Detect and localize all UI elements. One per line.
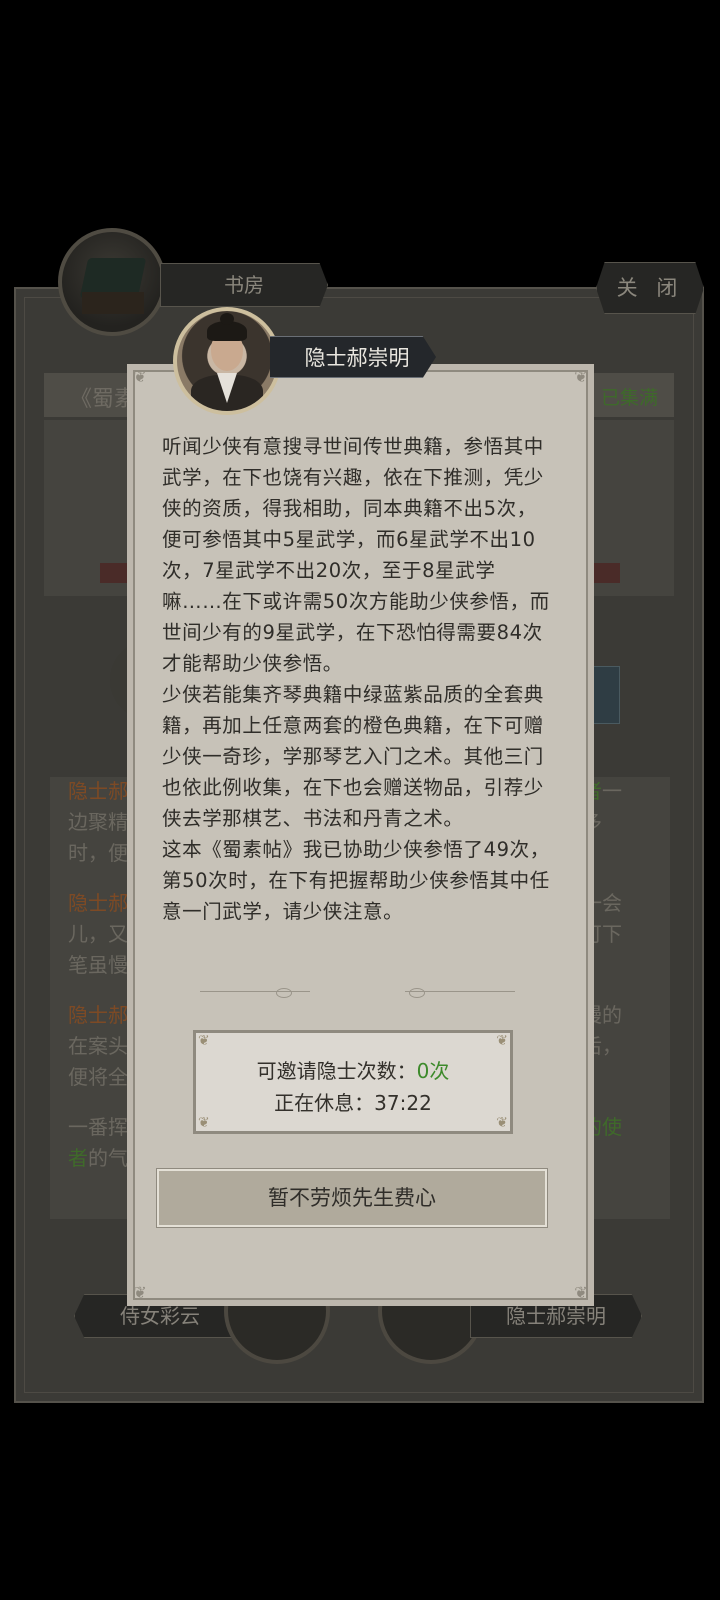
- corner-ornament-icon: ❦: [133, 1283, 147, 1302]
- dialog-story: 听闻少侠有意搜寻世间传世典籍，参悟其中武学，在下也饶有兴趣，依在下推测，凭少侠的…: [162, 431, 552, 927]
- corner-ornament-icon: ❦: [496, 1033, 508, 1049]
- divider-ornament: [200, 988, 310, 998]
- npc-name: 隐士郝崇明: [270, 336, 436, 378]
- divider-knot-icon: [276, 988, 292, 998]
- corner-ornament-icon: ❦: [133, 367, 147, 386]
- resting-timer: 正在休息：37:22: [196, 1087, 510, 1116]
- invite-label: 可邀请隐士次数：: [256, 1059, 417, 1083]
- log-text: 者的气: [68, 1146, 128, 1170]
- study-building-icon: [58, 228, 166, 336]
- divider-line: [200, 991, 310, 992]
- invite-status-box: ❦ ❦ ❦ ❦ 可邀请隐士次数：0次 正在休息：37:22: [193, 1030, 513, 1134]
- corner-ornament-icon: ❦: [496, 1115, 508, 1131]
- divider-knot-icon: [409, 988, 425, 998]
- log-speaker: 隐士郝: [68, 891, 128, 915]
- log-speaker: 隐士郝: [68, 1003, 128, 1027]
- log-text: 边聚精: [68, 810, 128, 834]
- log-text: 儿，又: [68, 922, 128, 946]
- resting-time: 37:22: [374, 1091, 432, 1115]
- decline-button[interactable]: 暂不劳烦先生费心: [157, 1169, 547, 1227]
- invite-value: 0次: [416, 1059, 450, 1083]
- divider-ornament: [405, 988, 515, 998]
- story-paragraph: 少侠若能集齐琴典籍中绿蓝紫品质的全套典籍，再加上任意两套的橙色典籍，在下可赠少侠…: [162, 683, 544, 830]
- invite-count: 可邀请隐士次数：0次: [196, 1055, 510, 1084]
- corner-ornament-icon: ❦: [198, 1115, 210, 1131]
- story-paragraph: 这本《蜀素帖》我已协助少侠参悟了49次，第50次时，在下有把握帮助少侠参悟其中任…: [162, 838, 550, 923]
- collected-status: 已集满: [600, 387, 658, 409]
- portrait-hair-bun: [220, 313, 234, 325]
- building-base: [82, 292, 144, 314]
- log-speaker: 隐士郝: [68, 779, 128, 803]
- log-text: 时，便: [68, 841, 128, 865]
- log-text: 一番挥: [68, 1115, 128, 1139]
- story-paragraph: 听闻少侠有意搜寻世间传世典籍，参悟其中武学，在下也饶有兴趣，依在下推测，凭少侠的…: [162, 435, 550, 675]
- study-title: 书房: [160, 263, 328, 307]
- corner-ornament-icon: ❦: [574, 367, 588, 386]
- log-text: 笔虽慢: [68, 953, 128, 977]
- resting-label: 正在休息：: [274, 1091, 375, 1115]
- corner-ornament-icon: ❦: [198, 1033, 210, 1049]
- log-text: 便将全: [68, 1065, 128, 1089]
- close-button[interactable]: 关 闭: [596, 262, 704, 314]
- npc-portrait: [173, 307, 281, 415]
- corner-ornament-icon: ❦: [574, 1283, 588, 1302]
- log-text: 在案头: [68, 1034, 128, 1058]
